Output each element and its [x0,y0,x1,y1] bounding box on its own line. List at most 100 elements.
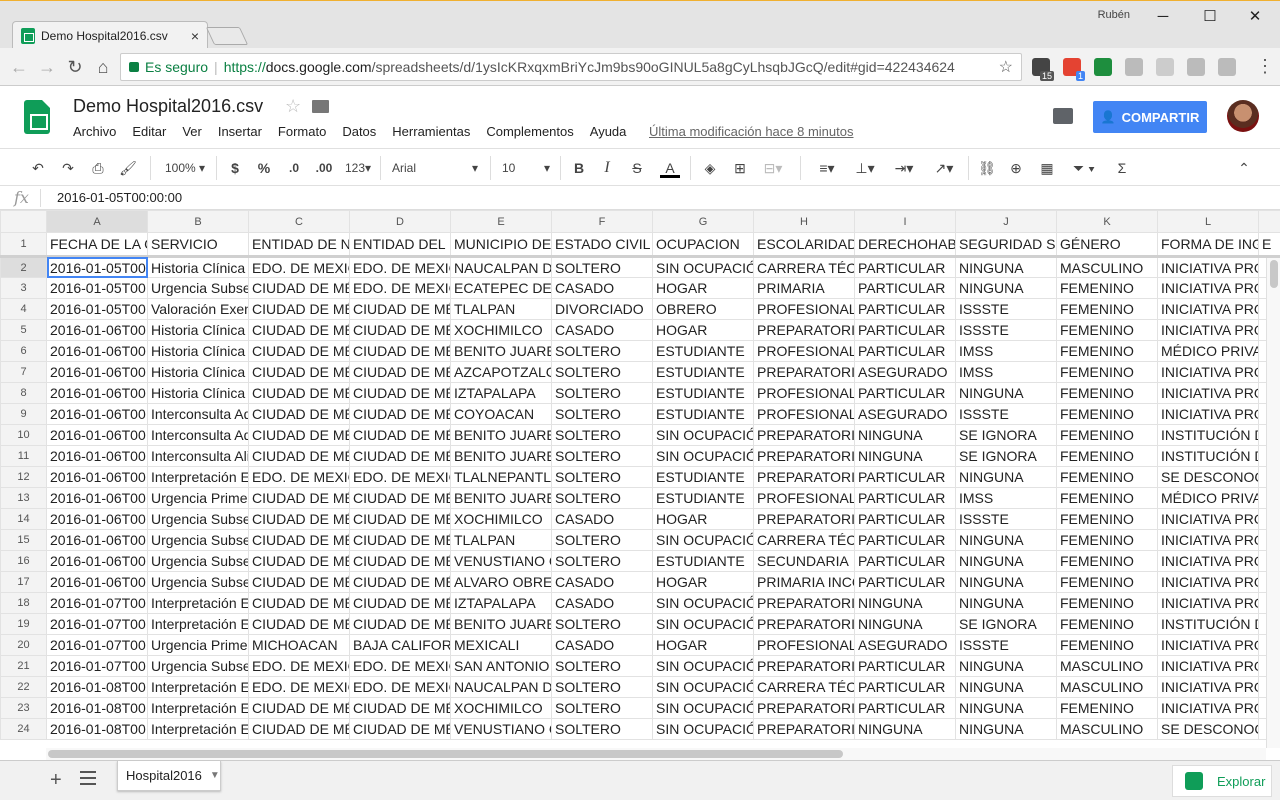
cell[interactable]: CASADO [551,277,653,299]
cell[interactable]: ESTUDIANTE [652,361,754,383]
cell[interactable]: Urgencia Primera [147,634,249,656]
cell[interactable]: Interpretación El [147,718,249,740]
row-number[interactable]: 19 [0,613,47,635]
cell[interactable]: NAUCALPAN DE [450,676,552,698]
cell[interactable]: SIN OCUPACIÓN [652,676,754,698]
cell[interactable]: VENUSTIANO C [450,550,552,572]
cell[interactable]: PREPARATORIA [753,655,855,677]
cell[interactable]: PARTICULAR [854,676,956,698]
cell[interactable]: ESTUDIANTE [652,466,754,488]
cell[interactable]: SOLTERO [551,487,653,509]
more-formats-button[interactable]: 123▾ [342,158,374,178]
cell[interactable]: NINGUNA [955,466,1057,488]
cell[interactable]: SIN OCUPACIÓN [652,655,754,677]
cell[interactable]: PROFESIONAL [753,634,855,656]
cell[interactable]: ESTUDIANTE [652,403,754,425]
cell[interactable]: CIUDAD DE MÉX [248,319,350,341]
menu-item[interactable]: Datos [342,124,376,139]
cell[interactable]: CIUDAD DE MÉX [248,613,350,635]
cell[interactable]: EDO. DE MEXICO [349,676,451,698]
column-header[interactable]: J [955,210,1057,233]
cell[interactable]: PARTICULAR [854,319,956,341]
header-cell[interactable]: OCUPACION [652,232,754,258]
cell[interactable]: CIUDAD DE MÉX [248,718,350,740]
cell[interactable]: BENITO JUAREZ [450,445,552,467]
cell[interactable]: SOLTERO [551,361,653,383]
cell[interactable]: CARRERA TÉCN [753,676,855,698]
cell[interactable]: HOGAR [652,508,754,530]
zoom-select[interactable]: 100% ▾ [160,158,210,178]
cell[interactable]: SECUNDARIA [753,550,855,572]
star-icon[interactable]: ☆ [285,96,301,117]
row-number[interactable]: 24 [0,718,47,740]
cell[interactable]: CIUDAD DE MÉX [248,550,350,572]
cell[interactable]: SOLTERO [551,256,653,278]
cell[interactable]: FEMENINO [1056,466,1158,488]
cell[interactable]: MASCULINO [1056,256,1158,278]
cell[interactable]: NINGUNA [955,592,1057,614]
cell[interactable]: XOCHIMILCO [450,697,552,719]
cell[interactable]: FEMENINO [1056,277,1158,299]
cell[interactable]: Historia Clínica H [147,319,249,341]
cell[interactable]: ASEGURADO [854,361,956,383]
calendar-extension-icon[interactable]: 15 [1032,58,1054,81]
row-number[interactable]: 16 [0,550,47,572]
header-cell[interactable]: ESTADO CIVIL [551,232,653,258]
cell[interactable]: ESTUDIANTE [652,487,754,509]
cell[interactable]: BENITO JUAREZ [450,487,552,509]
cell[interactable]: ISSSTE [955,634,1057,656]
cell[interactable]: Historia Clínica H [147,340,249,362]
cell[interactable]: CIUDAD DE MÉX [248,592,350,614]
cell[interactable]: Urgencia Subsec [147,571,249,593]
cell[interactable]: PROFESIONAL [753,487,855,509]
cell[interactable]: CIUDAD DE MÉX [349,298,451,320]
cell[interactable]: CIUDAD DE MÉX [349,403,451,425]
cell[interactable]: PRIMARIA [753,277,855,299]
cell[interactable]: 2016-01-07T00:0 [46,592,148,614]
column-header[interactable]: C [248,210,350,233]
cell[interactable]: CIUDAD DE MÉX [349,592,451,614]
column-header[interactable]: A [46,210,148,233]
cell[interactable]: PROFESIONAL [753,403,855,425]
cell[interactable]: PARTICULAR [854,529,956,551]
cell[interactable]: 2016-01-07T00:0 [46,613,148,635]
filter-icon[interactable]: ⏷ ▾ [1066,158,1102,178]
cell[interactable]: CIUDAD DE MÉX [349,718,451,740]
cell[interactable]: FEMENINO [1056,508,1158,530]
cell[interactable]: ESTUDIANTE [652,340,754,362]
cell[interactable]: PREPARATORIA [753,592,855,614]
cell[interactable]: PREPARATORIA [753,361,855,383]
cell[interactable]: PROFESIONAL [753,382,855,404]
cell[interactable]: SAN ANTONIO L [450,655,552,677]
borders-icon[interactable]: ⊞ [730,158,750,178]
cell[interactable]: PARTICULAR [854,298,956,320]
cell[interactable]: CIUDAD DE MÉX [349,361,451,383]
cell[interactable]: SOLTERO [551,676,653,698]
sheet-tab[interactable]: Hospital2016 ▼ [117,761,221,791]
cell[interactable]: 2016-01-06T00:0 [46,466,148,488]
cell[interactable]: CIUDAD DE MÉX [248,403,350,425]
cell[interactable]: NINGUNA [955,550,1057,572]
cell[interactable]: PARTICULAR [854,277,956,299]
row-number[interactable]: 1 [0,232,47,258]
menu-item[interactable]: Formato [278,124,326,139]
cell[interactable]: 2016-01-07T00:0 [46,634,148,656]
cell[interactable]: FEMENINO [1056,550,1158,572]
cell[interactable]: CARRERA TÉCN [753,256,855,278]
cell[interactable]: 2016-01-06T00:0 [46,403,148,425]
cell[interactable]: PARTICULAR [854,466,956,488]
cell[interactable]: CASADO [551,508,653,530]
cell[interactable]: CIUDAD DE MÉX [248,340,350,362]
cell[interactable]: SOLTERO [551,445,653,467]
bold-button[interactable]: B [570,158,588,178]
cell[interactable]: IZTAPALAPA [450,592,552,614]
font-size-select[interactable]: 10 ▾ [502,158,550,178]
share-button[interactable]: 👤 COMPARTIR [1093,101,1207,133]
cell[interactable]: 2016-01-07T00:0 [46,655,148,677]
cell[interactable]: PARTICULAR [854,655,956,677]
vertical-scrollbar[interactable] [1266,258,1280,748]
cell[interactable]: TLALPAN [450,298,552,320]
cell[interactable]: FEMENINO [1056,319,1158,341]
cell[interactable]: CIUDAD DE MÉX [349,613,451,635]
cell[interactable]: EDO. DE MEXICO [248,655,350,677]
